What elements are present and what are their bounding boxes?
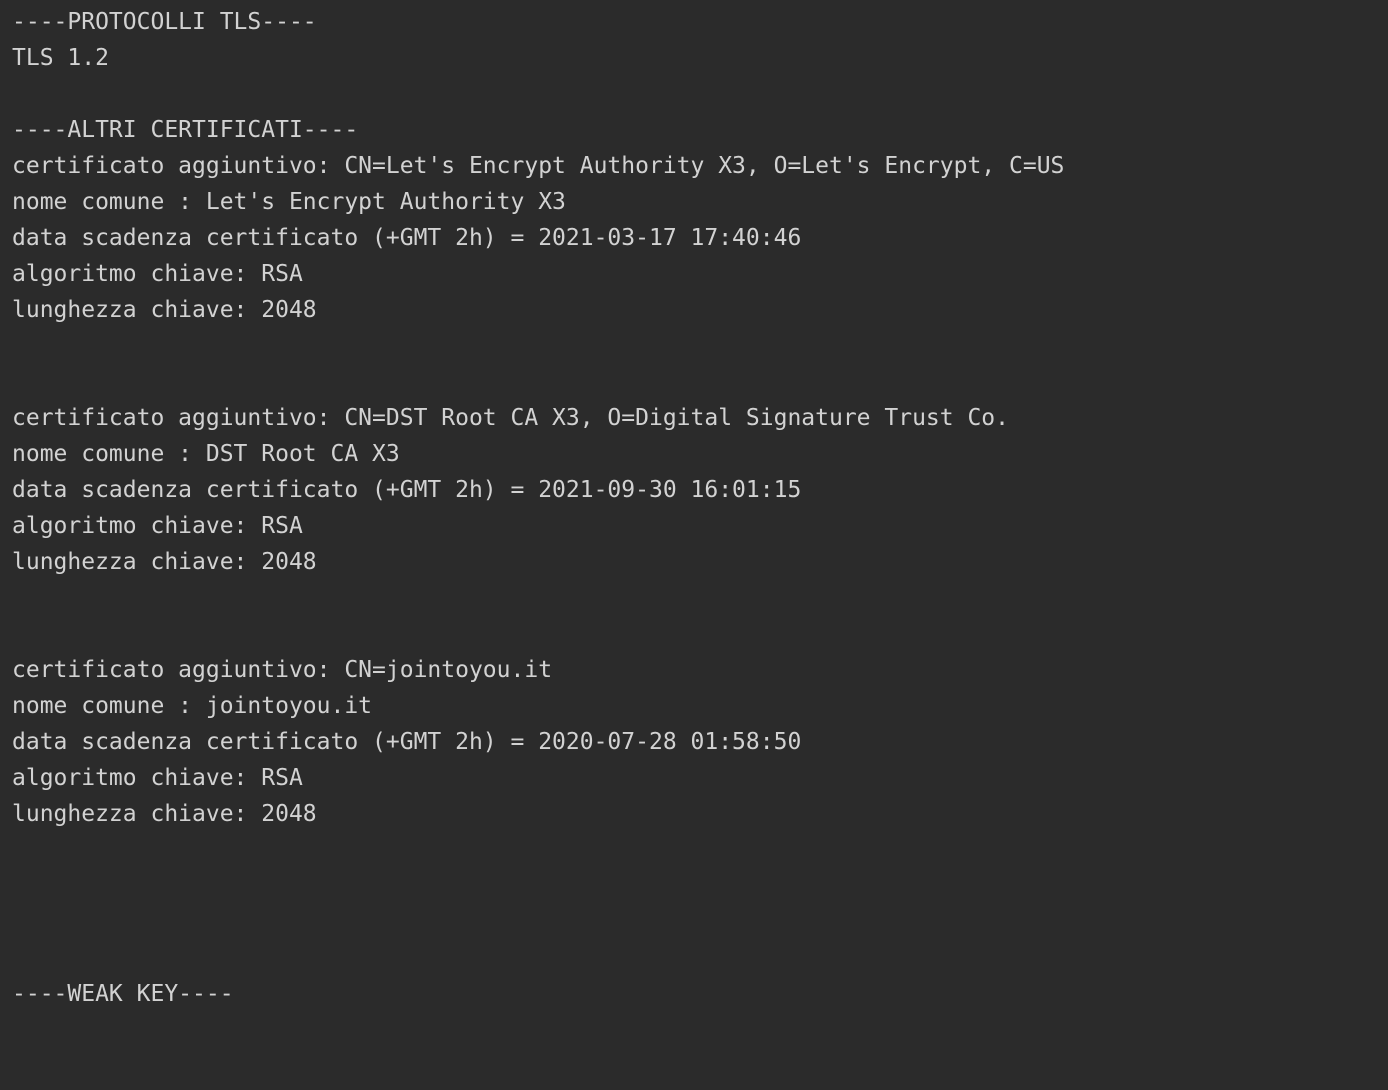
weak-key-header: ----WEAK KEY---- [12, 981, 234, 1007]
certificate-algorithm-line: algoritmo chiave: RSA [12, 765, 303, 791]
certificate-common-name-line: nome comune : Let's Encrypt Authority X3 [12, 189, 566, 215]
console-output: ----PROTOCOLLI TLS---- TLS 1.2 ----ALTRI… [0, 0, 1388, 1090]
certificate-key-length-line: lunghezza chiave: 2048 [12, 297, 317, 323]
certificate-expiry-line: data scadenza certificato (+GMT 2h) = 20… [12, 477, 802, 503]
certificate-additional-line: certificato aggiuntivo: CN=Let's Encrypt… [12, 153, 1065, 179]
certificate-additional-line: certificato aggiuntivo: CN=DST Root CA X… [12, 405, 1009, 431]
tls-protocols-header: ----PROTOCOLLI TLS---- [12, 9, 317, 35]
tls-version-line: TLS 1.2 [12, 45, 109, 71]
certificate-algorithm-line: algoritmo chiave: RSA [12, 513, 303, 539]
certificate-block: certificato aggiuntivo: CN=jointoyou.it … [12, 652, 1388, 832]
certificate-common-name-line: nome comune : jointoyou.it [12, 693, 373, 719]
certificate-key-length-line: lunghezza chiave: 2048 [12, 801, 317, 827]
certificate-expiry-line: data scadenza certificato (+GMT 2h) = 20… [12, 729, 802, 755]
other-certificates-header: ----ALTRI CERTIFICATI---- [12, 117, 359, 143]
certificate-common-name-line: nome comune : DST Root CA X3 [12, 441, 400, 467]
certificate-block: certificato aggiuntivo: CN=DST Root CA X… [12, 400, 1388, 580]
certificate-block: certificato aggiuntivo: CN=Let's Encrypt… [12, 148, 1388, 328]
certificate-key-length-line: lunghezza chiave: 2048 [12, 549, 317, 575]
certificate-algorithm-line: algoritmo chiave: RSA [12, 261, 303, 287]
certificate-additional-line: certificato aggiuntivo: CN=jointoyou.it [12, 657, 553, 683]
certificate-expiry-line: data scadenza certificato (+GMT 2h) = 20… [12, 225, 802, 251]
